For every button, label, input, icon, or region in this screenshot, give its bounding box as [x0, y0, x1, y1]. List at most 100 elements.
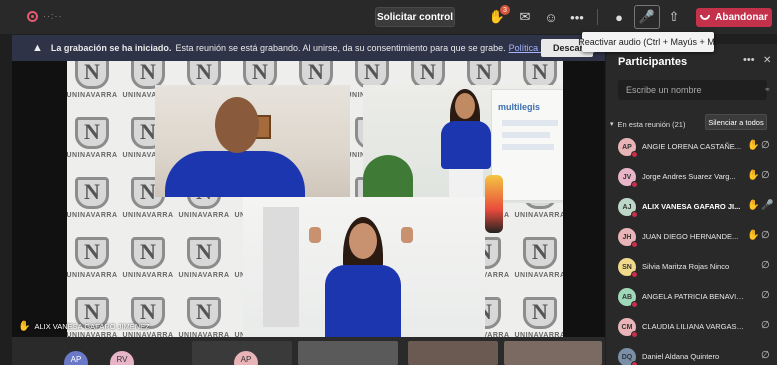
participant-name: CLAUDIA LILIANA VARGAS M...: [642, 322, 746, 331]
shield-icon: [523, 237, 557, 269]
woman2-shirt: [325, 265, 401, 337]
phone-icon: [700, 15, 711, 20]
raise-hand-icon[interactable]: ✋ 3: [486, 5, 510, 27]
raised-hand-icon: ✋: [18, 321, 31, 332]
participant-name: Daniel Aldana Quintero: [642, 352, 720, 361]
close-icon[interactable]: ✕: [763, 55, 771, 66]
avatar-initials: JH: [622, 233, 632, 241]
shield-icon: [75, 61, 109, 89]
participant-name: ALIX VANESA GAFARO JI...: [642, 202, 741, 211]
poster-line: [502, 120, 558, 126]
uninavarra-logo: UNINAVARRA: [511, 235, 563, 289]
mic-muted-icon: ∅: [761, 260, 770, 271]
participant-video-strip: AP RV AP: [12, 337, 605, 365]
shared-video-collage: UNINAVARRA UNINAVARRA UNINAVARRA UNINAVARRA…: [67, 61, 563, 337]
shield-icon: [75, 237, 109, 269]
chevron-down-icon: ▾: [610, 121, 614, 128]
shield-icon: [75, 117, 109, 149]
unmute-tooltip: Reactivar audio (Ctrl + Mayús + M): [578, 32, 718, 52]
participant-row[interactable]: JV Jorge Andres Suarez Varg... ✋ ∅: [606, 166, 777, 190]
video-tile-man: [155, 85, 350, 197]
status-dot: [631, 211, 638, 218]
video-thumbnail[interactable]: [504, 341, 602, 365]
poster-line: [502, 132, 550, 138]
uninavarra-logo: UNINAVARRA: [67, 235, 121, 289]
mute-all-button[interactable]: Silenciar a todos: [705, 114, 767, 130]
request-control-button[interactable]: Solicitar control: [375, 7, 455, 27]
raised-hand-icon: ✋: [747, 200, 760, 211]
logo-word: UNINAVARRA: [67, 152, 118, 159]
mic-muted-icon: ∅: [761, 170, 770, 181]
leave-meeting-button[interactable]: Abandonar: [696, 8, 772, 27]
participant-name: JUAN DIEGO HERNANDE...: [642, 232, 739, 241]
mic-muted-icon[interactable]: 🎤: [636, 7, 658, 27]
avatar-initials: DQ: [621, 353, 633, 361]
raised-hand-icon: ✋: [747, 140, 760, 151]
uninavarra-logo: UNINAVARRA: [175, 235, 233, 289]
recording-banner: ▲ La grabación se ha iniciado. Esta reun…: [12, 35, 605, 61]
poster-line: [502, 144, 554, 150]
participant-row[interactable]: AB ANGELA PATRICIA BENAVIDE... ∅: [606, 286, 777, 310]
status-dot: [631, 301, 638, 308]
status-dot: [631, 361, 638, 365]
participants-panel: Participantes ••• ✕ Escribe un nombre ⚭ …: [606, 44, 777, 365]
logo-word: UNINAVARRA: [122, 272, 174, 279]
uninavarra-logo: UNINAVARRA: [119, 235, 177, 289]
reactions-icon[interactable]: ☺: [540, 7, 562, 27]
shield-icon: [523, 297, 557, 329]
mic-muted-icon: ∅: [761, 140, 770, 151]
logo-word: UNINAVARRA: [67, 272, 118, 279]
shield-icon: [75, 177, 109, 209]
status-dot: [631, 241, 638, 248]
participant-name: Silvia Maritza Rojas Ninco: [642, 262, 730, 271]
raise-hand-count-badge: 3: [500, 5, 510, 15]
mic-muted-icon: ∅: [761, 350, 770, 361]
participant-row[interactable]: DQ Daniel Aldana Quintero ∅: [606, 346, 777, 365]
video-thumbnail[interactable]: [298, 341, 398, 365]
meeting-toolbar: ··:·· Solicitar control ✋ 3 ✉ ☺ ••• ● 🎤 …: [0, 0, 777, 34]
strip-avatar[interactable]: AP: [64, 351, 88, 365]
poster-brand: multilegis: [498, 102, 541, 112]
chat-icon[interactable]: ✉: [514, 7, 536, 27]
video-tile-woman-thumbs: [243, 197, 485, 337]
warning-icon: ▲: [32, 42, 43, 54]
avatar-initials: CM: [621, 323, 633, 331]
recording-indicator-icon: [27, 11, 38, 22]
avatar: SN: [618, 258, 638, 278]
participant-row[interactable]: AJ ALIX VANESA GAFARO JI... ✋ 🎤: [606, 196, 777, 220]
share-invite-icon[interactable]: ⚭: [764, 85, 771, 94]
banner-title: La grabación se ha iniciado.: [50, 43, 172, 53]
more-actions-button[interactable]: •••: [566, 7, 588, 27]
share-screen-icon[interactable]: ⇧: [663, 7, 685, 27]
status-dot: [631, 331, 638, 338]
participant-name: Jorge Andres Suarez Varg...: [642, 172, 736, 181]
leave-label: Abandonar: [715, 12, 768, 23]
video-tile-woman-poster: multilegis: [363, 85, 563, 203]
uninavarra-logo: UNINAVARRA: [511, 295, 563, 337]
status-dot: [631, 151, 638, 158]
video-thumbnail[interactable]: [408, 341, 498, 365]
raised-hand-icon: ✋: [747, 170, 760, 181]
participant-row[interactable]: AP ANGIE LORENA CASTAÑE... ✋ ∅: [606, 136, 777, 160]
status-dot: [631, 181, 638, 188]
logo-word: UNINAVARRA: [178, 272, 230, 279]
logo-word: UNINAVARRA: [514, 272, 563, 279]
avatar: AB: [618, 288, 638, 308]
uninavarra-logo: UNINAVARRA: [67, 115, 121, 169]
participant-search-input[interactable]: Escribe un nombre: [618, 80, 767, 100]
avatar-initials: AJ: [622, 203, 632, 211]
panel-more-button[interactable]: •••: [743, 54, 755, 66]
section-label: En esta reunión (21): [617, 119, 686, 129]
avatar: JH: [618, 228, 638, 248]
logo-word: UNINAVARRA: [122, 212, 174, 219]
door: [263, 207, 299, 327]
participant-row[interactable]: CM CLAUDIA LILIANA VARGAS M... ∅: [606, 316, 777, 340]
participant-row[interactable]: JH JUAN DIEGO HERNANDE... ✋ ∅: [606, 226, 777, 250]
strip-avatar[interactable]: RV: [110, 351, 134, 365]
participant-row[interactable]: SN Silvia Maritza Rojas Ninco ∅: [606, 256, 777, 280]
speaker-name: ALIX VANESA GAFARO JIMENEZ: [34, 322, 150, 331]
camera-icon[interactable]: ●: [608, 7, 630, 27]
banner-message: Esta reunión se está grabando. Al unirse…: [175, 43, 506, 53]
avatar: CM: [618, 318, 638, 338]
panel-title: Participantes: [618, 56, 688, 68]
